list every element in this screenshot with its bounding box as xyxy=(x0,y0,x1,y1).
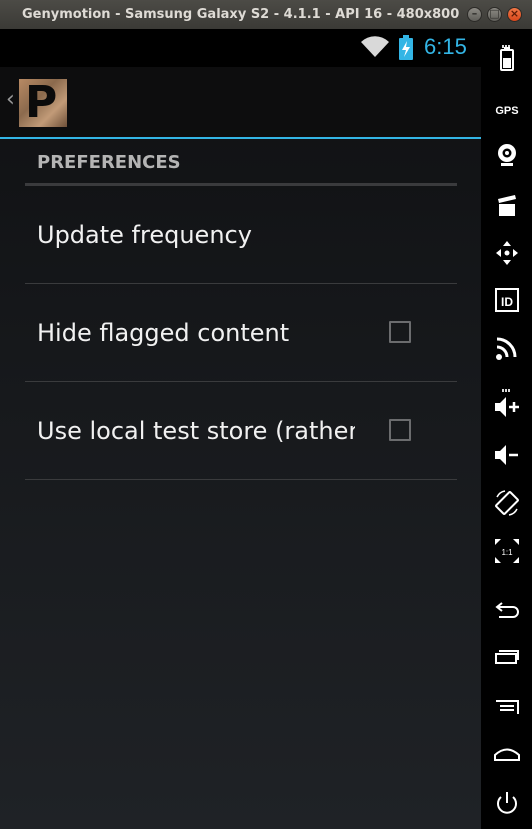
gps-widget-button[interactable]: GPS xyxy=(481,91,532,127)
volume-up-icon xyxy=(494,397,519,417)
local-test-store-checkbox[interactable] xyxy=(389,419,411,441)
hide-flagged-checkbox[interactable] xyxy=(389,321,411,343)
power-button[interactable] xyxy=(481,787,532,823)
minimize-button[interactable]: – xyxy=(467,7,482,22)
pref-use-local-test-store[interactable]: Use local test store (rather xyxy=(25,382,457,480)
maximize-button[interactable]: □ xyxy=(487,7,502,22)
volume-down-icon xyxy=(494,445,518,465)
video-icon xyxy=(497,195,516,216)
status-clock: 6:15 xyxy=(424,34,467,59)
preferences-category: PREFERENCES xyxy=(25,146,457,186)
device-id-widget-button[interactable]: ID xyxy=(481,284,532,320)
back-button[interactable] xyxy=(481,593,532,629)
dpad-widget-button[interactable] xyxy=(481,237,532,273)
window-title: Genymotion - Samsung Galaxy S2 - 4.1.1 -… xyxy=(22,7,460,22)
home-button[interactable] xyxy=(481,738,532,774)
pref-update-frequency[interactable]: Update frequency xyxy=(25,186,457,284)
status-bar: 6:15 xyxy=(0,29,481,67)
power-icon xyxy=(496,792,517,814)
battery-charging-icon xyxy=(399,35,413,60)
home-icon xyxy=(493,748,520,761)
dpad-icon xyxy=(495,241,518,265)
pref-hide-flagged-content[interactable]: Hide flagged content xyxy=(25,284,457,382)
battery-widget-button[interactable] xyxy=(481,43,532,79)
up-caret-icon[interactable]: ‹ xyxy=(6,87,15,112)
menu-icon xyxy=(495,700,519,714)
category-title: PREFERENCES xyxy=(37,152,181,173)
emulator-toolbar: GPS ID 1:1 xyxy=(481,29,532,829)
screencast-widget-button[interactable] xyxy=(481,188,532,224)
wifi-icon xyxy=(361,36,389,57)
close-button[interactable]: × xyxy=(507,7,522,22)
rotate-icon xyxy=(494,490,519,516)
scale-icon: 1:1 xyxy=(494,539,519,563)
gps-icon: GPS xyxy=(495,105,518,117)
recent-apps-icon xyxy=(494,650,519,664)
window-titlebar: Genymotion - Samsung Galaxy S2 - 4.1.1 -… xyxy=(0,0,532,29)
svg-text:1:1: 1:1 xyxy=(501,548,513,557)
pref-title: Use local test store (rather xyxy=(37,417,355,445)
device-screen: 6:15 ‹ P PREFERENCES Update frequency Hi… xyxy=(0,29,481,829)
action-bar: ‹ P xyxy=(0,67,481,139)
volume-up-button[interactable] xyxy=(481,391,532,427)
rotate-button[interactable] xyxy=(481,487,532,523)
svg-text:GPS: GPS xyxy=(495,105,518,117)
app-icon[interactable]: P xyxy=(19,79,67,127)
volume-down-button[interactable] xyxy=(481,439,532,475)
svg-text:ID: ID xyxy=(501,295,513,309)
pref-title: Hide flagged content xyxy=(37,319,290,347)
recent-apps-button[interactable] xyxy=(481,641,532,677)
app-icon-letter: P xyxy=(25,79,58,127)
camera-widget-button[interactable] xyxy=(481,139,532,175)
remote-control-widget-button[interactable] xyxy=(481,332,532,368)
battery-icon xyxy=(499,47,514,71)
device-id-icon: ID xyxy=(494,288,519,312)
scale-button[interactable]: 1:1 xyxy=(481,535,532,571)
remote-control-icon xyxy=(495,337,516,360)
pref-title: Update frequency xyxy=(37,221,252,249)
menu-button[interactable] xyxy=(481,690,532,726)
camera-icon xyxy=(497,144,516,166)
back-icon xyxy=(494,602,519,618)
